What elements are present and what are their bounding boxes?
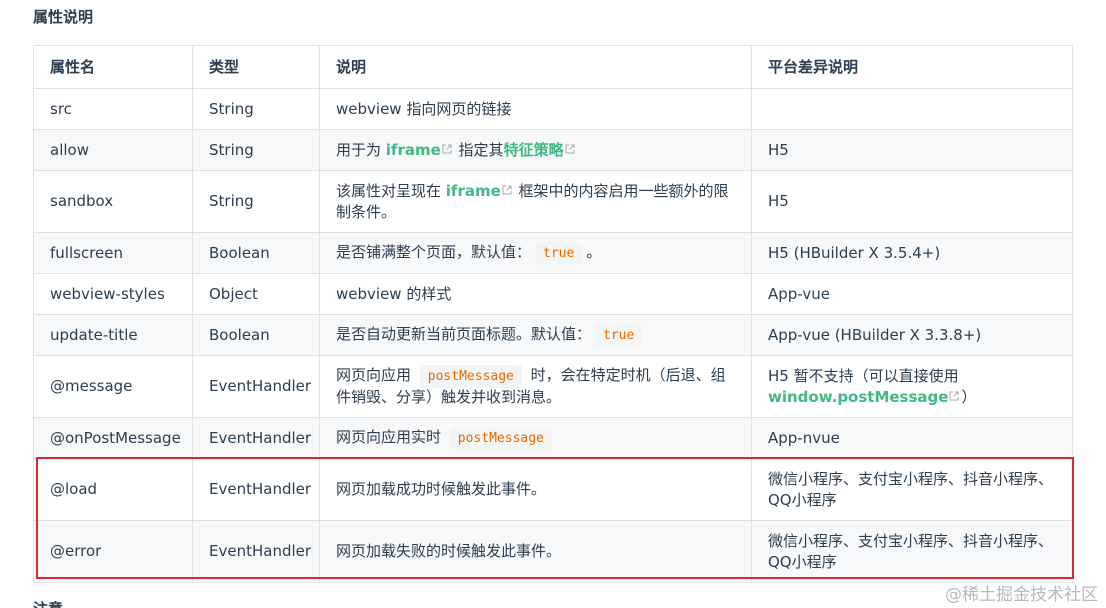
table-row-allow: allow String 用于为 iframe 指定其特征策略 H5	[33, 129, 1073, 171]
desc-text: 是否铺满整个页面，默认值：	[336, 243, 532, 261]
attr-platform: H5	[751, 129, 1073, 171]
attribute-table: 属性名 类型 说明 平台差异说明 src String webview 指向网页…	[33, 45, 1073, 583]
header-attr-name: 属性名	[33, 45, 193, 89]
iframe-link[interactable]: iframe	[386, 141, 441, 159]
table-row-src: src String webview 指向网页的链接	[33, 88, 1073, 130]
attr-platform: H5	[751, 170, 1073, 233]
attr-description: 网页向应用实时 postMessage	[319, 417, 752, 459]
attr-platform: 微信小程序、支付宝小程序、抖音小程序、QQ小程序	[751, 458, 1073, 521]
desc-text: 该属性对呈现在	[336, 181, 446, 200]
window-postmessage-link[interactable]: window.postMessage	[768, 388, 948, 406]
feature-policy-link[interactable]: 特征策略	[504, 141, 564, 159]
table-row-fullscreen: fullscreen Boolean 是否铺满整个页面，默认值： true。 H5…	[33, 232, 1073, 274]
attr-name: src	[33, 88, 193, 130]
table-row-webview-styles: webview-styles Object webview 的样式 App-vu…	[33, 273, 1073, 315]
attr-name: @onPostMessage	[33, 417, 193, 459]
table-header-row: 属性名 类型 说明 平台差异说明	[33, 45, 1073, 89]
attr-description: 用于为 iframe 指定其特征策略	[319, 129, 752, 171]
attr-description: 是否铺满整个页面，默认值： true。	[319, 232, 752, 274]
external-link-icon	[442, 144, 452, 154]
attr-name: update-title	[33, 314, 193, 356]
section-title: 属性说明	[33, 8, 94, 26]
attr-name: @error	[33, 520, 193, 583]
table-row-error: @error EventHandler 网页加载失败的时候触发此事件。 微信小程…	[33, 520, 1073, 583]
watermark: @稀土掘金技术社区	[945, 585, 1098, 605]
desc-text: 网页向应用	[336, 366, 416, 384]
attr-name: allow	[33, 129, 193, 171]
attr-description: 该属性对呈现在 iframe 框架中的内容启用一些额外的限制条件。	[319, 170, 752, 233]
attr-description: 网页向应用 postMessage 时，会在特定时机（后退、组件销毁、分享）触发…	[319, 355, 752, 418]
attr-name: webview-styles	[33, 273, 193, 315]
next-section-heading: 注意	[33, 598, 63, 608]
desc-text: 用于为	[336, 140, 386, 159]
header-type: 类型	[192, 45, 320, 89]
code-postmessage: postMessage	[419, 365, 522, 388]
attr-platform: App-nvue	[751, 417, 1073, 459]
attr-type: EventHandler	[192, 458, 320, 521]
attr-description: webview 的样式	[319, 273, 752, 315]
code-true: true	[595, 324, 643, 347]
attr-description: 网页加载成功时候触发此事件。	[319, 458, 752, 521]
external-link-icon	[949, 391, 959, 401]
external-link-icon	[502, 185, 512, 195]
iframe-link[interactable]: iframe	[446, 182, 501, 200]
attr-description: 网页加载失败的时候触发此事件。	[319, 520, 752, 583]
attr-type: Object	[192, 273, 320, 315]
attr-platform: H5 暂不支持（可以直接使用 window.postMessage ）	[751, 355, 1073, 418]
code-true: true	[535, 242, 583, 265]
attr-description: 是否自动更新当前页面标题。默认值： true	[319, 314, 752, 356]
header-platform: 平台差异说明	[751, 45, 1073, 89]
attr-platform: App-vue	[751, 273, 1073, 315]
attr-name: @load	[33, 458, 193, 521]
attr-description: webview 指向网页的链接	[319, 88, 752, 130]
attr-type: String	[192, 170, 320, 233]
code-postmessage: postMessage	[449, 427, 552, 450]
attr-platform: H5 (HBuilder X 3.5.4+)	[751, 232, 1073, 274]
table-row-load: @load EventHandler 网页加载成功时候触发此事件。 微信小程序、…	[33, 458, 1073, 521]
desc-text: 是否自动更新当前页面标题。默认值：	[336, 325, 592, 343]
attr-type: Boolean	[192, 314, 320, 356]
attr-type: String	[192, 88, 320, 130]
attr-type: EventHandler	[192, 355, 320, 418]
table-row-onpostmessage: @onPostMessage EventHandler 网页向应用实时 post…	[33, 417, 1073, 459]
table-row-sandbox: sandbox String 该属性对呈现在 iframe 框架中的内容启用一些…	[33, 170, 1073, 233]
header-description: 说明	[319, 45, 752, 89]
attr-platform: App-vue (HBuilder X 3.3.8+)	[751, 314, 1073, 356]
attr-platform: 微信小程序、支付宝小程序、抖音小程序、QQ小程序	[751, 520, 1073, 583]
attr-name: fullscreen	[33, 232, 193, 274]
table-row-message: @message EventHandler 网页向应用 postMessage …	[33, 355, 1073, 418]
platform-text: ）	[961, 387, 977, 406]
desc-text: 。	[586, 243, 602, 261]
attr-name: sandbox	[33, 170, 193, 233]
attr-type: EventHandler	[192, 520, 320, 583]
table-row-update-title: update-title Boolean 是否自动更新当前页面标题。默认值： tr…	[33, 314, 1073, 356]
attr-type: EventHandler	[192, 417, 320, 459]
attr-type: String	[192, 129, 320, 171]
desc-text: 指定其	[453, 140, 504, 159]
attr-platform	[751, 88, 1073, 130]
attr-name: @message	[33, 355, 193, 418]
desc-text: 网页向应用实时	[336, 428, 446, 446]
platform-text: H5 暂不支持（可以直接使用	[768, 366, 959, 385]
attr-type: Boolean	[192, 232, 320, 274]
external-link-icon	[565, 144, 575, 154]
